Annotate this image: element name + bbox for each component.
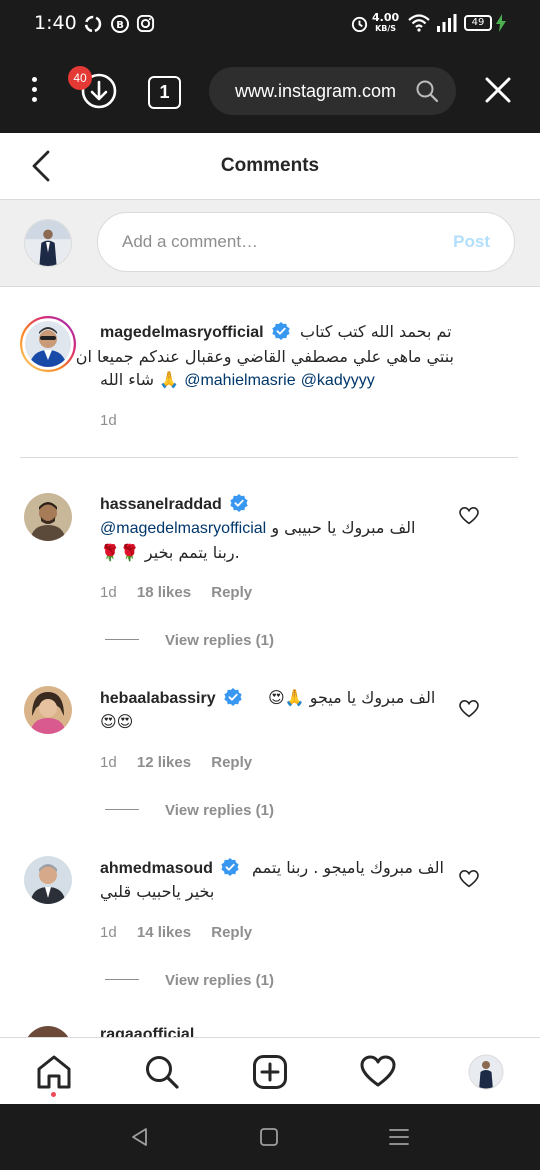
caption-author-avatar[interactable]: [20, 316, 76, 372]
comment-composer: Post: [0, 200, 540, 287]
tabs-icon[interactable]: 1: [148, 76, 181, 109]
search-icon[interactable]: [416, 80, 438, 102]
comment-username-row: hassanelraddad: [100, 494, 248, 514]
comment-mention[interactable]: @magedelmasryofficial: [100, 520, 266, 537]
caption-mention-1[interactable]: @mahielmasrie: [184, 372, 295, 389]
like-heart-icon[interactable]: [459, 870, 479, 888]
net-speed-value: 4.00: [372, 11, 400, 24]
view-replies-label: View replies (1): [165, 802, 274, 819]
like-heart-icon[interactable]: [459, 507, 479, 525]
comment-username[interactable]: hebaalabassiry: [100, 690, 216, 707]
comment-text-line-2: بخير ياحبيب قلبي: [100, 882, 215, 901]
home-square-icon[interactable]: [260, 1128, 278, 1146]
network-speed: 4.00 KB/S: [372, 12, 399, 34]
commenter-avatar[interactable]: [24, 493, 72, 541]
comment-meta: 1d 14 likes Reply: [100, 924, 252, 941]
comment-username[interactable]: ahmedmasoud: [100, 860, 213, 877]
caption-divider: [20, 457, 518, 458]
svg-text:B: B: [116, 20, 124, 31]
android-navigation-bar: [0, 1104, 540, 1170]
refresh-icon: [84, 15, 102, 33]
verified-badge-icon: [221, 858, 240, 876]
caption-username[interactable]: magedelmasryofficial: [100, 324, 264, 341]
commenter-avatar[interactable]: [24, 856, 72, 904]
comment-time: 1d: [100, 924, 117, 941]
caption-username-row: magedelmasryofficial: [100, 322, 290, 342]
comment-likes[interactable]: 14 likes: [137, 924, 191, 941]
comment-text-line-1: الف مبروك ياميجو . ربنا يتمم: [252, 858, 444, 877]
charging-icon: [496, 14, 506, 32]
comment-username[interactable]: ragaaofficial: [100, 1026, 194, 1037]
url-text: www.instagram.com: [235, 81, 397, 101]
comment-item-partial: ragaaofficial: [0, 1022, 540, 1037]
comment-meta: 1d 18 likes Reply: [100, 584, 252, 601]
view-replies-button[interactable]: View replies (1): [105, 802, 274, 819]
comment-username[interactable]: hassanelraddad: [100, 496, 222, 513]
heart-icon[interactable]: [360, 1054, 396, 1090]
battery-icon: 49: [464, 15, 492, 31]
close-icon[interactable]: [484, 76, 512, 104]
comment-text-line-2: .ربنا يتمم بخير 🌹🌹: [100, 543, 240, 562]
commenter-avatar[interactable]: [24, 686, 72, 734]
caption-line-2: بنتي ماهي علي مصطفي القاضي وعقبال عندكم …: [75, 347, 454, 366]
comment-input[interactable]: [122, 227, 422, 257]
comment-text-line-1: الف مبروك يا ميجو 🙏😍: [268, 688, 436, 707]
comment-text-line-2: 😍😍: [100, 712, 134, 731]
verified-badge-icon: [224, 688, 242, 706]
current-user-avatar: [24, 219, 72, 267]
recents-menu-icon[interactable]: [389, 1128, 409, 1146]
comment-username-row: hebaalabassiry: [100, 688, 242, 708]
comment-likes[interactable]: 18 likes: [137, 584, 191, 601]
commenter-avatar[interactable]: [24, 1026, 72, 1037]
caption-line3-emoji: 🙏: [159, 370, 180, 389]
home-icon[interactable]: [36, 1054, 72, 1090]
reply-button[interactable]: Reply: [211, 754, 252, 771]
caption-line-3: شاء الله 🙏 @mahielmasrie @kadyyyy: [100, 368, 375, 393]
comment-username-row: ahmedmasoud: [100, 858, 240, 878]
profile-avatar[interactable]: [468, 1054, 504, 1090]
bottom-navigation: [0, 1037, 540, 1104]
caption-line3-text: شاء الله: [100, 370, 155, 389]
alarm-icon: [351, 16, 368, 33]
status-bar: 1:40 B 4.00 KB/S 49: [0, 0, 540, 50]
add-post-icon[interactable]: [252, 1054, 288, 1090]
caption-mention-2[interactable]: @kadyyyy: [301, 372, 375, 389]
like-heart-icon[interactable]: [459, 700, 479, 718]
reply-button[interactable]: Reply: [211, 924, 252, 941]
comment-meta: 1d 12 likes Reply: [100, 754, 252, 771]
signal-icon: [437, 14, 457, 32]
view-replies-label: View replies (1): [165, 632, 274, 649]
net-speed-unit: KB/S: [375, 24, 397, 33]
page-title: Comments: [220, 155, 320, 176]
search-icon[interactable]: [144, 1054, 180, 1090]
comment-box: Post: [97, 212, 515, 272]
comment-likes[interactable]: 12 likes: [137, 754, 191, 771]
verified-badge-icon: [272, 322, 290, 340]
vpn-icon: B: [111, 15, 129, 33]
view-replies-button[interactable]: View replies (1): [105, 632, 274, 649]
caption-line-1: تم بحمد الله كتب كتاب: [300, 322, 452, 341]
browser-toolbar: 40 1 www.instagram.com: [0, 50, 540, 133]
comment-text-line-1: @magedelmasryofficial الف مبروك يا حبيبى…: [100, 516, 415, 541]
instagram-icon: [136, 14, 155, 33]
back-triangle-icon[interactable]: [130, 1127, 150, 1147]
comment-time: 1d: [100, 584, 117, 601]
comments-header: Comments: [0, 133, 540, 200]
caption-time: 1d: [100, 412, 117, 429]
notification-dot: [51, 1092, 56, 1097]
view-replies-button[interactable]: View replies (1): [105, 972, 274, 989]
post-button[interactable]: Post: [453, 232, 490, 252]
comment-time: 1d: [100, 754, 117, 771]
download-count-badge: 40: [68, 66, 92, 90]
comment-text-arabic: الف مبروك يا حبيبى و: [271, 518, 416, 537]
wifi-icon: [408, 14, 430, 32]
more-vert-icon[interactable]: [22, 74, 46, 108]
status-time: 1:40: [34, 12, 77, 34]
view-replies-label: View replies (1): [165, 972, 274, 989]
url-bar[interactable]: www.instagram.com: [209, 67, 456, 115]
verified-badge-icon: [230, 494, 248, 512]
reply-button[interactable]: Reply: [211, 584, 252, 601]
